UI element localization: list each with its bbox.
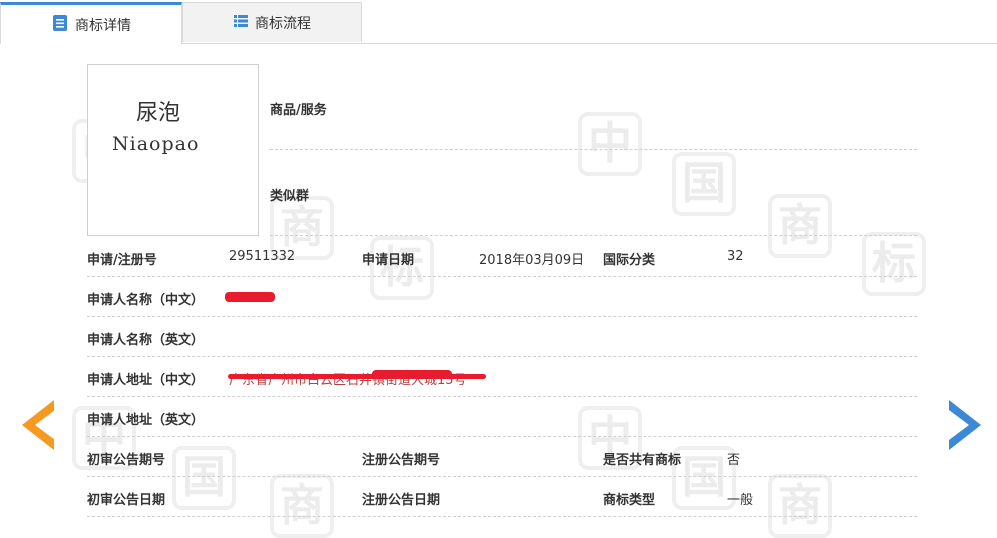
- list-icon: [233, 13, 249, 33]
- watermark-shang-4: 商: [768, 474, 832, 538]
- intl-class-label: 国际分类: [603, 253, 656, 268]
- watermark-biao-2: 标: [370, 236, 434, 300]
- similar-group-label: 类似群: [270, 189, 310, 204]
- watermark-zhong: 中: [578, 112, 642, 176]
- trademark-english-text: Niaopao: [112, 133, 200, 155]
- address-cn-label: 申请人地址（中文）: [87, 373, 205, 388]
- reg-pub-no-label: 注册公告期号: [362, 453, 441, 468]
- details-panel: 中 国 商 标 中 国 商 标 中 国 商 中 国 商 尿泡 Niaopao 商…: [0, 44, 997, 538]
- mark-type-label: 商标类型: [603, 493, 656, 508]
- watermark-biao: 标: [862, 232, 926, 296]
- watermark-guo-3: 国: [172, 446, 236, 510]
- tab-bar: 商标详情 商标流程: [0, 0, 997, 44]
- goods-services-label: 商品/服务: [270, 103, 327, 118]
- reg-no-value: 29511332: [229, 249, 296, 264]
- tab-label: 商标详情: [75, 17, 131, 34]
- prelim-no-label: 初审公告期号: [87, 453, 166, 468]
- address-en-label: 申请人地址（英文）: [87, 413, 205, 428]
- watermark-shang-3: 商: [270, 474, 334, 538]
- divider: [87, 316, 917, 317]
- divider: [87, 276, 917, 277]
- divider: [87, 396, 917, 397]
- apply-date-value: 2018年03月09日: [479, 253, 585, 268]
- divider: [270, 235, 917, 236]
- next-arrow-inner: [949, 410, 969, 440]
- divider: [87, 356, 917, 357]
- tab-label: 商标流程: [255, 15, 311, 32]
- redaction-mark: [372, 370, 452, 378]
- reg-no-label: 申请/注册号: [87, 253, 157, 268]
- apply-date-label: 申请日期: [362, 253, 415, 268]
- tab-trademark-details[interactable]: 商标详情: [0, 2, 182, 44]
- reg-pub-date-label: 注册公告日期: [362, 493, 441, 508]
- tab-trademark-process[interactable]: 商标流程: [182, 2, 362, 42]
- divider: [87, 516, 917, 517]
- document-list-icon: [51, 14, 69, 36]
- watermark-shang: 商: [768, 194, 832, 258]
- trademark-image: 尿泡 Niaopao: [87, 64, 259, 236]
- redaction-mark: [225, 292, 275, 302]
- watermark-guo: 国: [672, 152, 736, 216]
- prelim-date-label: 初审公告日期: [87, 493, 166, 508]
- trademark-chinese-text: 尿泡: [135, 101, 180, 126]
- shared-mark-label: 是否共有商标: [603, 453, 682, 468]
- applicant-cn-label: 申请人名称（中文）: [87, 293, 205, 308]
- shared-mark-value: 否: [727, 453, 741, 468]
- intl-class-value: 32: [727, 249, 744, 264]
- divider: [270, 149, 917, 150]
- mark-type-value: 一般: [727, 493, 754, 508]
- divider: [87, 476, 917, 477]
- prev-arrow-inner: [35, 410, 55, 440]
- divider: [87, 436, 917, 437]
- applicant-en-label: 申请人名称（英文）: [87, 333, 205, 348]
